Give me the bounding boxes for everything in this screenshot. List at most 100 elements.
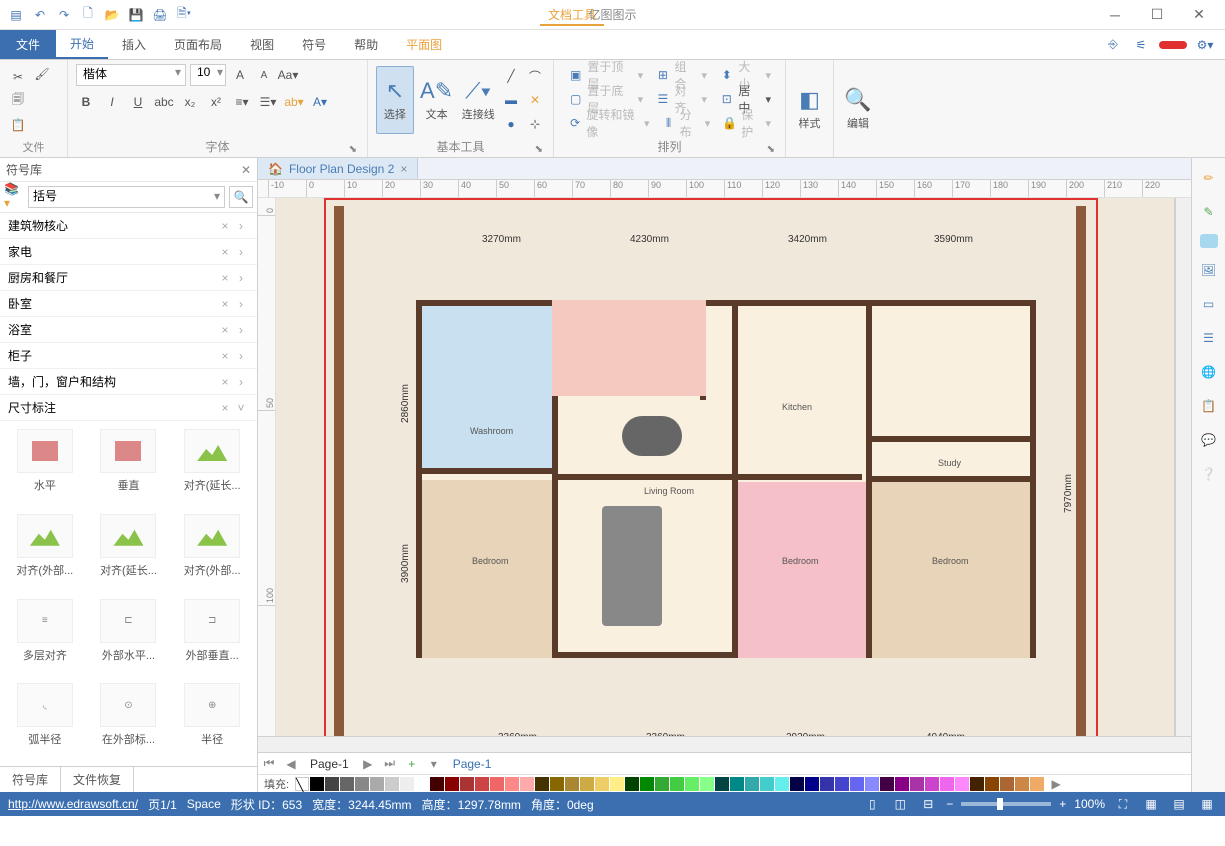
superscript-icon[interactable]: x² bbox=[206, 92, 226, 112]
copy-icon[interactable]: 🗐 bbox=[8, 91, 28, 111]
file-menu[interactable]: 文件 bbox=[0, 30, 56, 59]
cloud-icon[interactable]: 🌐 bbox=[1197, 360, 1221, 384]
color-swatch[interactable] bbox=[595, 777, 609, 791]
color-swatch[interactable] bbox=[1030, 777, 1044, 791]
gallery-item[interactable]: 对齐(外部... bbox=[8, 514, 82, 589]
gear-icon[interactable]: ⚙▾ bbox=[1195, 35, 1215, 55]
cut-icon[interactable]: ✂ bbox=[8, 67, 28, 87]
expand-cat-icon[interactable]: › bbox=[233, 323, 249, 337]
color-swatch[interactable] bbox=[355, 777, 369, 791]
color-swatch[interactable] bbox=[610, 777, 624, 791]
highlight-icon[interactable]: ab▾ bbox=[284, 92, 304, 112]
color-swatch[interactable] bbox=[520, 777, 534, 791]
color-swatch[interactable] bbox=[745, 777, 759, 791]
gallery-item[interactable]: ⊏外部水平... bbox=[92, 599, 166, 674]
page-name-2[interactable]: Page-1 bbox=[445, 757, 500, 771]
bullets-icon[interactable]: ≡▾ bbox=[232, 92, 252, 112]
fit-page-icon[interactable]: ▯ bbox=[862, 794, 882, 814]
vertical-scrollbar[interactable] bbox=[1175, 198, 1191, 736]
expand-arrange-icon[interactable]: ⬊ bbox=[767, 144, 775, 155]
pencil-icon[interactable]: ✎ bbox=[1197, 200, 1221, 224]
sidebar-category[interactable]: 卧室×› bbox=[0, 291, 257, 317]
no-fill-icon[interactable]: ╲ bbox=[295, 777, 309, 791]
color-swatch[interactable] bbox=[955, 777, 969, 791]
color-swatch[interactable] bbox=[460, 777, 474, 791]
color-swatch[interactable] bbox=[865, 777, 879, 791]
italic-icon[interactable]: I bbox=[102, 92, 122, 112]
color-swatch[interactable] bbox=[970, 777, 984, 791]
sidebar-category[interactable]: 柜子×› bbox=[0, 343, 257, 369]
change-case-icon[interactable]: Aa▾ bbox=[278, 65, 298, 85]
distribute-button[interactable]: ⫴分布▾ bbox=[656, 112, 717, 134]
horizontal-ruler[interactable]: -100102030405060708090100110120130140150… bbox=[258, 180, 1191, 198]
color-swatch[interactable] bbox=[1015, 777, 1029, 791]
crop-tool-icon[interactable]: ⊹ bbox=[525, 114, 545, 134]
text-tool[interactable]: A✎ 文本 bbox=[418, 66, 456, 134]
drawing-canvas[interactable]: Kitchen Washroom Living Room Study Bedro… bbox=[276, 198, 1175, 736]
comment-icon[interactable]: 💬 bbox=[1197, 428, 1221, 452]
sidebar-tab-recovery[interactable]: 文件恢复 bbox=[61, 767, 134, 792]
sidebar-tab-library[interactable]: 符号库 bbox=[0, 767, 61, 792]
remove-cat-icon[interactable]: × bbox=[217, 375, 233, 389]
gallery-item[interactable]: 垂直 bbox=[92, 429, 166, 504]
format-icon[interactable]: ✏ bbox=[1197, 166, 1221, 190]
expand-cat-icon[interactable]: › bbox=[233, 375, 249, 389]
strike-icon[interactable]: abc bbox=[154, 92, 174, 112]
color-swatch[interactable] bbox=[820, 777, 834, 791]
color-swatch[interactable] bbox=[490, 777, 504, 791]
tab-symbol[interactable]: 符号 bbox=[288, 30, 340, 59]
color-swatch[interactable] bbox=[715, 777, 729, 791]
close-button[interactable]: ✕ bbox=[1187, 3, 1211, 27]
font-size-select[interactable]: 10 bbox=[190, 64, 226, 86]
layers-icon[interactable]: ▭ bbox=[1197, 292, 1221, 316]
page-menu-icon[interactable]: ▾ bbox=[423, 757, 445, 771]
gallery-item[interactable]: ⊐外部垂直... bbox=[175, 599, 249, 674]
sidebar-close-icon[interactable]: ✕ bbox=[241, 163, 251, 177]
search-button[interactable]: 🔍 bbox=[229, 186, 253, 208]
gallery-item[interactable]: 对齐(外部... bbox=[175, 514, 249, 589]
clipboard-icon[interactable]: 📋 bbox=[1197, 394, 1221, 418]
color-swatch[interactable] bbox=[775, 777, 789, 791]
export-icon[interactable]: ⎆ bbox=[1103, 35, 1123, 55]
rect-tool-icon[interactable]: ▬ bbox=[501, 90, 521, 110]
bold-icon[interactable]: B bbox=[76, 92, 96, 112]
protect-button[interactable]: 🔒保护▾ bbox=[716, 112, 777, 134]
remove-cat-icon[interactable]: × bbox=[217, 219, 233, 233]
fill-swatch-icon[interactable] bbox=[1200, 234, 1218, 248]
tab-floorplan[interactable]: 平面图 bbox=[392, 30, 456, 59]
maximize-button[interactable]: ☐ bbox=[1145, 3, 1169, 27]
color-swatch[interactable] bbox=[655, 777, 669, 791]
floor-plan[interactable]: Kitchen Washroom Living Room Study Bedro… bbox=[416, 300, 1036, 658]
connector-tool[interactable]: ⟋▾ 连接线 bbox=[459, 66, 497, 134]
color-swatch[interactable] bbox=[670, 777, 684, 791]
view2-icon[interactable]: ▤ bbox=[1169, 794, 1189, 814]
print-icon[interactable]: 🖨 bbox=[150, 5, 170, 25]
color-swatch[interactable] bbox=[340, 777, 354, 791]
search-input[interactable]: 括号 bbox=[28, 186, 225, 208]
new-icon[interactable]: 🗋 bbox=[78, 5, 98, 25]
color-swatch[interactable] bbox=[400, 777, 414, 791]
redo-icon[interactable]: ↷ bbox=[54, 5, 74, 25]
share-icon[interactable]: ⚟ bbox=[1131, 35, 1151, 55]
gallery-item[interactable]: ≡多层对齐 bbox=[8, 599, 82, 674]
color-swatch[interactable] bbox=[475, 777, 489, 791]
font-color-icon[interactable]: A▾ bbox=[310, 92, 330, 112]
first-page-icon[interactable]: ⏮ bbox=[258, 756, 280, 771]
vertical-ruler[interactable]: 050100150 bbox=[258, 198, 276, 736]
tab-insert[interactable]: 插入 bbox=[108, 30, 160, 59]
underline-icon[interactable]: U bbox=[128, 92, 148, 112]
save-icon[interactable]: 💾 bbox=[126, 5, 146, 25]
color-swatch[interactable] bbox=[310, 777, 324, 791]
add-page-icon[interactable]: + bbox=[401, 757, 423, 771]
gallery-item[interactable]: 对齐(延长... bbox=[175, 429, 249, 504]
fit-height-icon[interactable]: ⊟ bbox=[918, 794, 938, 814]
tab-pagelayout[interactable]: 页面布局 bbox=[160, 30, 236, 59]
color-swatch[interactable] bbox=[730, 777, 744, 791]
expand-cat-icon[interactable]: › bbox=[233, 245, 249, 259]
tab-view[interactable]: 视图 bbox=[236, 30, 288, 59]
color-swatch[interactable] bbox=[835, 777, 849, 791]
sidebar-category[interactable]: 墙，门，窗户和结构×› bbox=[0, 369, 257, 395]
color-swatch[interactable] bbox=[985, 777, 999, 791]
font-family-select[interactable]: 楷体 bbox=[76, 64, 186, 86]
expand-cat-icon[interactable]: › bbox=[233, 349, 249, 363]
